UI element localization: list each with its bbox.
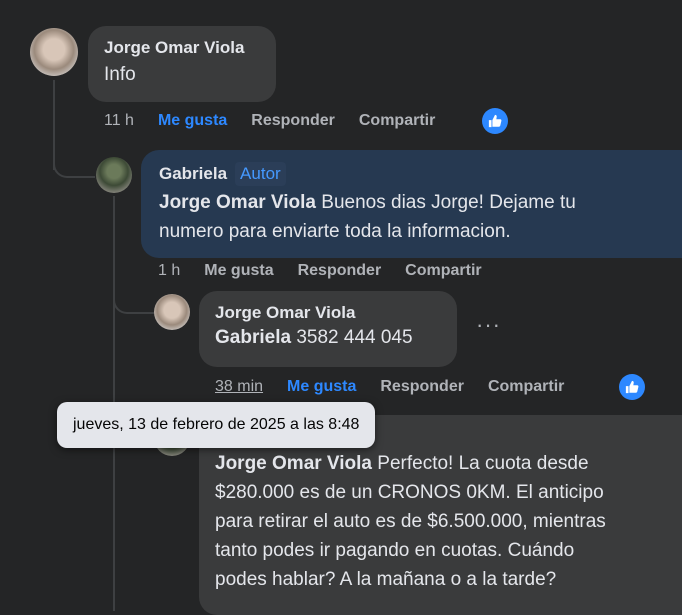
share-button[interactable]: Compartir bbox=[405, 262, 481, 280]
comment-text: 3582 444 045 bbox=[296, 327, 413, 348]
timestamp-tooltip: jueves, 13 de febrero de 2025 a las 8:48 bbox=[57, 402, 376, 448]
more-options-icon[interactable]: ··· bbox=[476, 312, 501, 338]
comment-text-line: tanto podes ir pagando en cuotas. Cuándo bbox=[215, 540, 575, 561]
avatar[interactable] bbox=[154, 294, 190, 330]
share-button[interactable]: Compartir bbox=[488, 378, 564, 396]
comment-actions: 1 h Me gusta Responder Compartir bbox=[158, 262, 506, 280]
comment-text-line: Buenos dias Jorge! Dejame tu bbox=[321, 192, 576, 213]
comment-time[interactable]: 38 min bbox=[215, 378, 263, 396]
comment-author[interactable]: Jorge Omar Viola bbox=[104, 38, 260, 58]
like-button[interactable]: Me gusta bbox=[287, 378, 356, 396]
comment-text: Jorge Omar Viola Buenos dias Jorge! Deja… bbox=[159, 188, 682, 246]
comment-text-line: podes hablar? A la mañana o a la tarde? bbox=[215, 569, 557, 590]
comment-text-line: Perfecto! La cuota desde bbox=[377, 453, 589, 474]
mention-link[interactable]: Jorge Omar Viola bbox=[215, 453, 372, 474]
thumbs-up-icon[interactable] bbox=[482, 108, 508, 134]
share-button[interactable]: Compartir bbox=[359, 112, 435, 130]
author-badge: Autor bbox=[235, 162, 286, 186]
thread-curve-2 bbox=[113, 290, 157, 314]
like-button[interactable]: Me gusta bbox=[204, 262, 273, 280]
avatar[interactable] bbox=[96, 157, 132, 193]
reply-button[interactable]: Responder bbox=[380, 378, 464, 396]
comment-actions: 38 min Me gusta Responder Compartir bbox=[215, 378, 588, 396]
comment-text-line: numero para enviarte toda la informacion… bbox=[159, 221, 511, 242]
comment-text: Info bbox=[104, 64, 136, 85]
like-button[interactable]: Me gusta bbox=[158, 112, 227, 130]
comment-bubble: Jorge Omar Viola Info bbox=[88, 26, 276, 102]
reply-button[interactable]: Responder bbox=[298, 262, 382, 280]
comment-author[interactable]: Jorge Omar Viola bbox=[215, 303, 441, 323]
comment-text-line: para retirar el auto es de $6.500.000, m… bbox=[215, 511, 606, 532]
mention-link[interactable]: Gabriela bbox=[215, 327, 291, 348]
comment-text-line: $280.000 es de un CRONOS 0KM. El anticip… bbox=[215, 482, 604, 503]
thread-curve-1 bbox=[53, 150, 95, 178]
comment-bubble-highlighted: Gabriela Autor Jorge Omar Viola Buenos di… bbox=[141, 150, 682, 258]
mention-link[interactable]: Jorge Omar Viola bbox=[159, 192, 316, 213]
comment-time[interactable]: 1 h bbox=[158, 262, 180, 280]
comment-time[interactable]: 11 h bbox=[104, 112, 134, 130]
comment-author[interactable]: Gabriela bbox=[159, 164, 227, 183]
thumbs-up-icon[interactable] bbox=[619, 374, 645, 400]
avatar[interactable] bbox=[30, 28, 78, 76]
comment-bubble: Jorge Omar Viola Gabriela 3582 444 045 bbox=[199, 291, 457, 367]
comment-actions: 11 h Me gusta Responder Compartir bbox=[104, 112, 459, 130]
reply-button[interactable]: Responder bbox=[251, 112, 335, 130]
